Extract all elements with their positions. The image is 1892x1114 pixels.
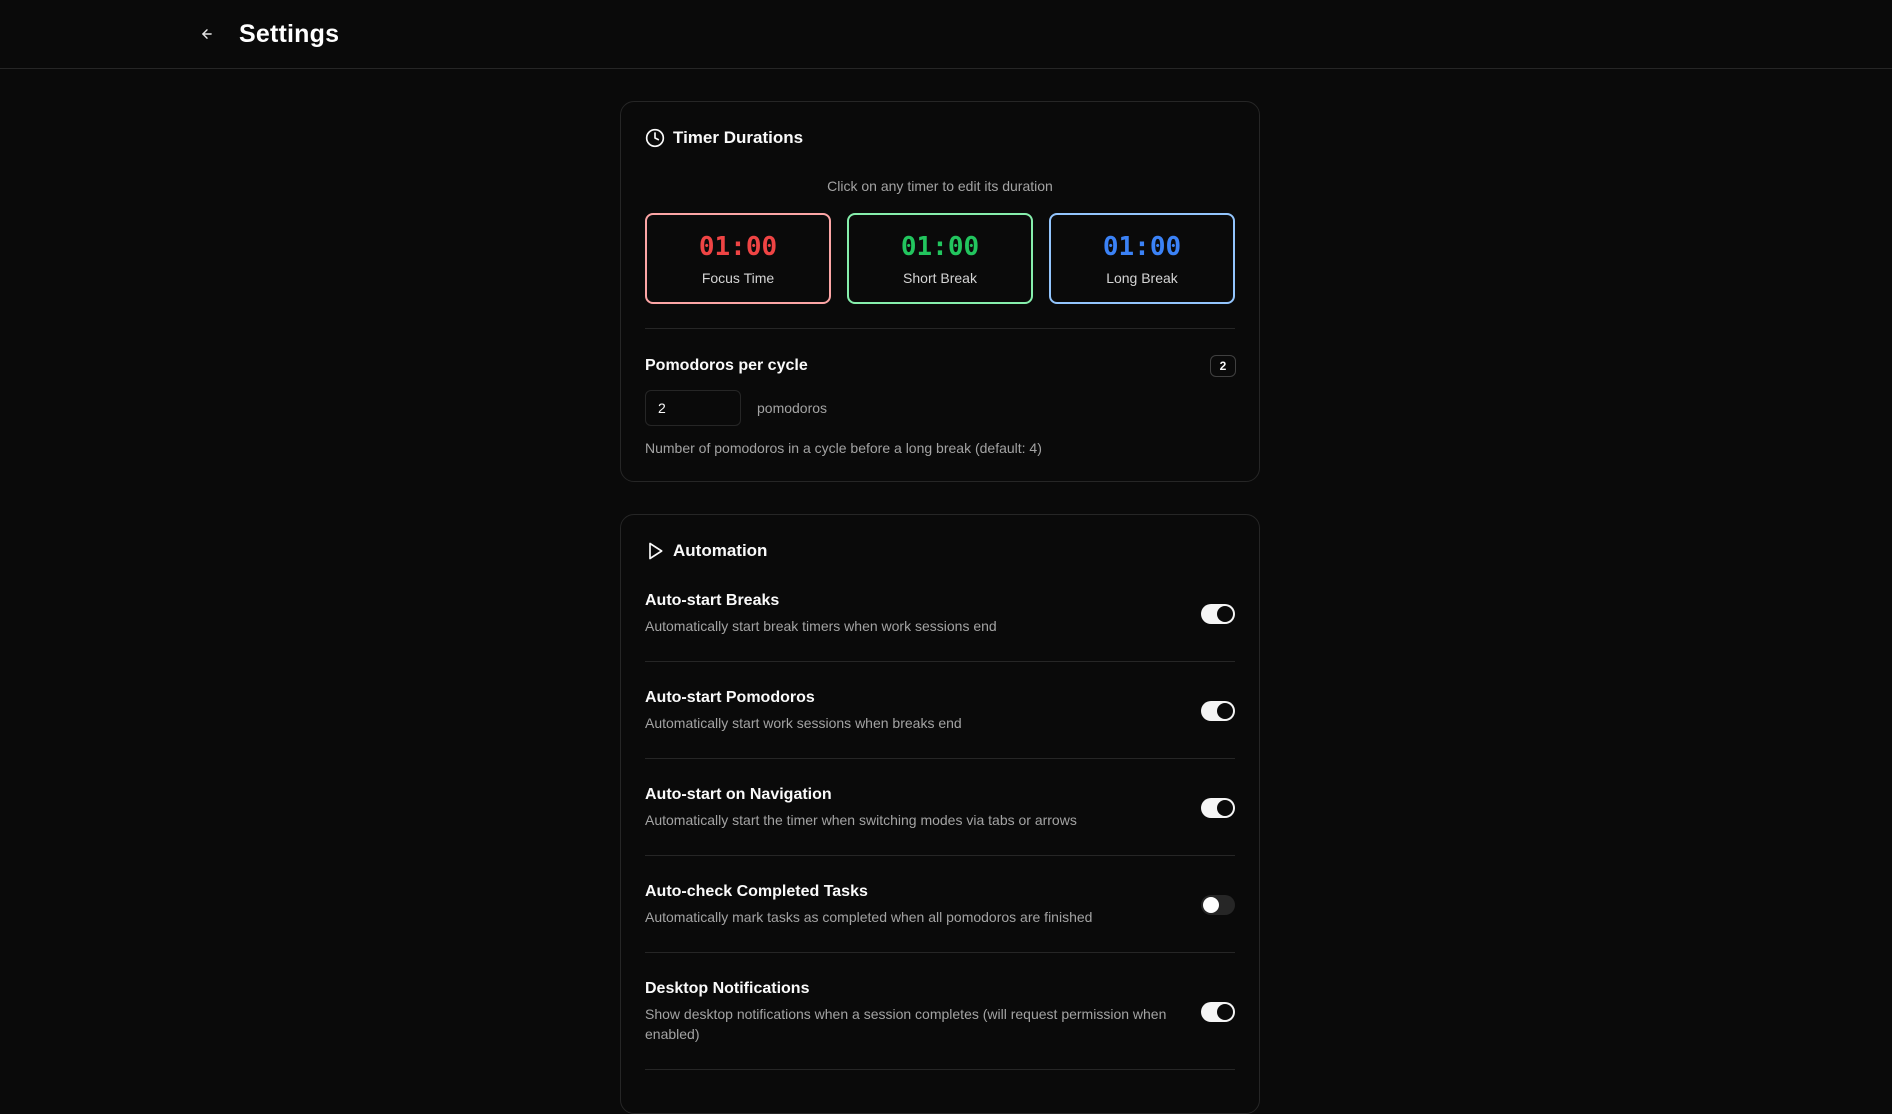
timer-durations-title: Timer Durations — [673, 128, 804, 147]
auto-check-tasks-toggle[interactable] — [1201, 895, 1235, 915]
divider — [645, 855, 1235, 856]
toggle-knob — [1217, 1004, 1233, 1020]
divider — [645, 661, 1235, 662]
desktop-notifications-toggle[interactable] — [1201, 1002, 1235, 1022]
pomodoros-per-cycle-label: Pomodoros per cycle — [645, 357, 808, 374]
focus-time-timer[interactable]: 01:00 Focus Time — [645, 213, 831, 304]
divider — [645, 758, 1235, 759]
long-break-value: 01:00 — [1102, 231, 1182, 262]
focus-time-label: Focus Time — [701, 269, 775, 286]
clock-icon — [645, 128, 665, 148]
toggle-knob — [1217, 703, 1233, 719]
back-button[interactable] — [194, 20, 220, 48]
toggle-knob — [1217, 800, 1233, 816]
auto-start-pomodoros-toggle[interactable] — [1201, 701, 1235, 721]
setting-title: Auto-check Completed Tasks — [645, 883, 868, 900]
timer-edit-hint: Click on any timer to edit its duration — [827, 178, 1053, 194]
setting-description: Automatically start work sessions when b… — [645, 715, 962, 731]
setting-title: Auto-start Pomodoros — [645, 689, 815, 706]
pomodoros-unit-label: pomodoros — [757, 400, 828, 416]
setting-description: Automatically start the timer when switc… — [645, 812, 1077, 828]
setting-desktop-notifications: Desktop Notifications Show desktop notif… — [645, 980, 1235, 1044]
arrow-left-icon — [202, 29, 212, 39]
setting-description: Show desktop notifications when a sessio… — [645, 1006, 1167, 1042]
setting-title: Auto-start Breaks — [645, 592, 780, 609]
automation-header: Automation — [645, 539, 767, 563]
toggle-knob — [1217, 606, 1233, 622]
automation-card: Automation Auto-start Breaks Automatical… — [620, 514, 1260, 1114]
divider — [645, 328, 1235, 329]
setting-title: Auto-start on Navigation — [645, 786, 832, 803]
focus-time-value: 01:00 — [698, 231, 778, 262]
short-break-label: Short Break — [903, 269, 977, 286]
toggle-knob — [1203, 897, 1219, 913]
timer-durations-card: Timer Durations Click on any timer to ed… — [620, 101, 1260, 482]
divider — [645, 952, 1235, 953]
setting-auto-start-navigation: Auto-start on Navigation Automatically s… — [645, 786, 1235, 830]
pomodoros-count-badge: 2 — [1210, 355, 1236, 377]
top-bar: Settings — [0, 0, 1892, 69]
play-icon — [649, 542, 663, 560]
pomodoros-per-cycle-input[interactable] — [645, 390, 741, 426]
page-title: Settings — [239, 20, 340, 48]
short-break-value: 01:00 — [900, 231, 980, 262]
divider — [645, 1069, 1235, 1070]
timer-durations-header: Timer Durations — [645, 126, 803, 150]
long-break-label: Long Break — [1106, 269, 1178, 286]
setting-auto-start-pomodoros: Auto-start Pomodoros Automatically start… — [645, 689, 1235, 733]
auto-start-breaks-toggle[interactable] — [1201, 604, 1235, 624]
short-break-timer[interactable]: 01:00 Short Break — [847, 213, 1033, 304]
long-break-timer[interactable]: 01:00 Long Break — [1049, 213, 1235, 304]
setting-description: Automatically start break timers when wo… — [645, 618, 997, 634]
auto-start-navigation-toggle[interactable] — [1201, 798, 1235, 818]
setting-auto-check-tasks: Auto-check Completed Tasks Automatically… — [645, 883, 1235, 927]
setting-description: Automatically mark tasks as completed wh… — [645, 909, 1093, 925]
pomodoros-help-text: Number of pomodoros in a cycle before a … — [645, 440, 1042, 456]
automation-title: Automation — [673, 541, 768, 560]
setting-title: Desktop Notifications — [645, 980, 810, 997]
setting-auto-start-breaks: Auto-start Breaks Automatically start br… — [645, 592, 1235, 636]
